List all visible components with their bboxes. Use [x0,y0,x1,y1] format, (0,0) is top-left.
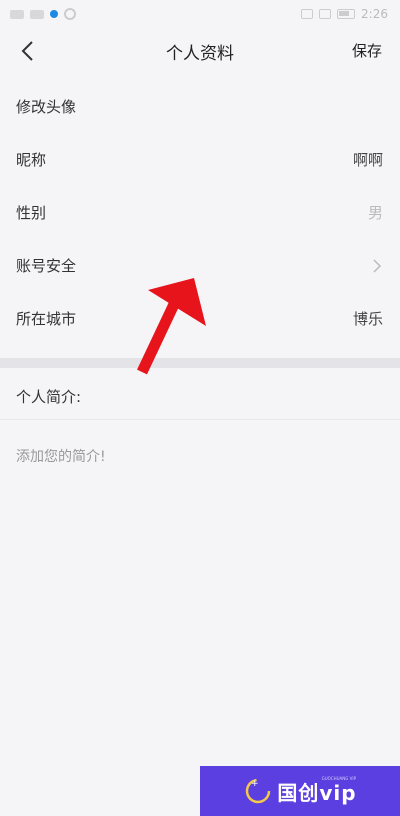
sync-icon [64,8,76,20]
back-arrow-icon [21,41,33,61]
watermark-subtext: GUOCHUANG VIP [321,776,356,781]
save-button[interactable]: 保存 [352,40,382,61]
wifi-icon [319,9,332,19]
status-bar: 2:26 [0,0,400,28]
status-icons-left [10,8,76,20]
red-arrow-annotation [137,278,206,375]
city-value: 博乐 [352,310,383,328]
vibrate-icon [301,9,314,19]
battery-icon [337,9,356,19]
row-label: 所在城市 [16,310,77,328]
row-label: 性别 [16,204,47,222]
nav-bar: 个人资料 保存 [0,28,400,74]
svg-text:+: + [251,779,259,789]
chevron-right-icon [373,258,382,273]
message-icon [30,9,44,19]
back-button[interactable] [10,34,44,68]
intro-input[interactable]: 添加您的简介! [0,420,400,492]
row-nickname[interactable]: 昵称 啊啊 [0,133,400,186]
watermark-banner: + 国创vip GUOCHUANG VIP [200,766,400,816]
row-gender[interactable]: 性别 男 [0,186,400,239]
intro-section: 个人简介: 添加您的简介! [0,368,400,492]
row-label: 修改头像 [16,98,77,116]
row-label: 昵称 [16,151,47,169]
row-change-avatar[interactable]: 修改头像 [0,80,400,133]
row-label: 账号安全 [16,257,77,275]
notification-icon [10,9,24,19]
status-time: 2:26 [361,7,388,21]
nickname-value: 啊啊 [352,151,383,169]
app-notification-icon [50,10,58,18]
status-icons-right: 2:26 [301,7,388,21]
page-title: 个人资料 [166,43,234,64]
watermark-logo-icon: + [246,778,271,804]
gender-value: 男 [367,204,383,222]
